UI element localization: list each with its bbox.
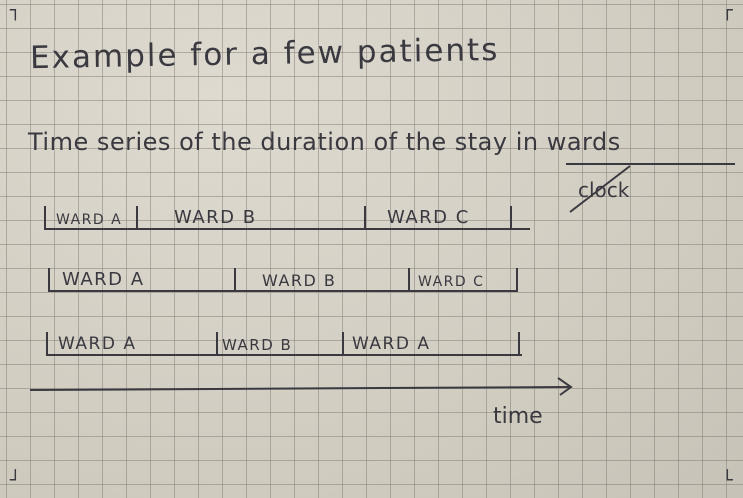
row-divider-tick bbox=[234, 268, 236, 292]
ward-segment-label: WARD C bbox=[418, 274, 485, 290]
row-baseline bbox=[48, 290, 518, 292]
patient-row-3: WARD A WARD B WARD A bbox=[46, 332, 522, 356]
row-start-tick bbox=[44, 206, 46, 230]
clock-pointer-line bbox=[569, 165, 631, 213]
diagram-subtitle: Time series of the duration of the stay … bbox=[28, 128, 621, 156]
time-axis-label: time bbox=[493, 404, 543, 429]
corner-mark: └ bbox=[722, 470, 733, 491]
corner-mark: ┐ bbox=[10, 0, 21, 21]
row-start-tick bbox=[46, 332, 48, 356]
ward-segment-label: WARD C bbox=[387, 207, 470, 228]
ward-segment-label: WARD A bbox=[58, 334, 137, 354]
row-start-tick bbox=[48, 268, 50, 292]
row-end-tick bbox=[510, 206, 512, 230]
row-baseline bbox=[46, 354, 522, 356]
row-divider-tick bbox=[342, 332, 344, 356]
ward-segment-label: WARD B bbox=[262, 271, 337, 290]
patient-row-1: WARD A WARD B WARD C bbox=[44, 206, 530, 230]
corner-mark: ┘ bbox=[10, 470, 21, 491]
ward-segment-label: WARD A bbox=[352, 334, 431, 354]
patient-row-2: WARD A WARD B WARD C bbox=[48, 268, 518, 292]
row-divider-tick bbox=[364, 206, 366, 230]
diagram-title: Example for a few patients bbox=[29, 31, 500, 77]
ward-segment-label: WARD B bbox=[222, 336, 293, 354]
ward-segment-label: WARD A bbox=[62, 269, 145, 290]
row-end-tick bbox=[516, 268, 518, 292]
row-baseline bbox=[44, 228, 530, 230]
corner-mark: ┌ bbox=[722, 0, 733, 21]
subtitle-underline bbox=[566, 163, 735, 213]
row-end-tick bbox=[518, 332, 520, 356]
ward-segment-label: WARD A bbox=[56, 212, 123, 228]
ward-segment-label: WARD B bbox=[174, 207, 257, 228]
time-axis-arrow bbox=[30, 377, 573, 396]
row-divider-tick bbox=[216, 332, 218, 356]
row-divider-tick bbox=[408, 268, 410, 292]
row-divider-tick bbox=[136, 206, 138, 230]
